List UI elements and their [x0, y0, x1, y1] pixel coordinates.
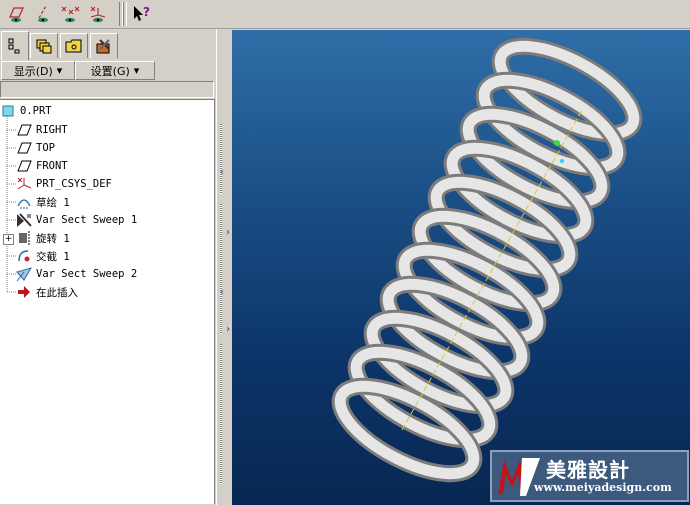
graphics-viewport[interactable]	[232, 30, 690, 505]
toolbar-separator	[123, 2, 127, 26]
tree-item-intersect[interactable]: 交截 1	[16, 247, 70, 265]
collapse-left-icon[interactable]: ‹	[219, 167, 225, 178]
layers-icon	[36, 39, 52, 54]
model-tree: 0.PRT RIGHT TOP FRONT PRT_CSYS_DEF 草绘 1 …	[0, 99, 215, 504]
splitter-grip	[220, 204, 222, 334]
watermark-logo: 美雅設計 www.meiyadesign.com	[490, 450, 689, 502]
show-menu-button[interactable]: 显示(D) ▾	[1, 61, 75, 80]
splitter-grip	[220, 124, 222, 194]
csys-display-icon[interactable]	[86, 2, 110, 26]
part-icon	[0, 103, 16, 119]
expand-right-icon[interactable]: ›	[225, 227, 231, 238]
datum-plane-icon	[16, 140, 32, 156]
navigator-tabs	[0, 31, 216, 60]
tree-item-var-sect-sweep-2[interactable]: Var Sect Sweep 2	[16, 265, 137, 283]
tree-item-label: 在此插入	[36, 286, 78, 299]
tree-item-revolve[interactable]: 旋转 1	[16, 229, 70, 247]
chevron-down-icon: ▾	[133, 64, 140, 77]
datum-plane-icon	[16, 122, 32, 138]
splitter-grip	[220, 344, 222, 484]
model-tree-icon	[8, 38, 20, 54]
tree-item-label: 0.PRT	[20, 105, 52, 117]
model-navigator: 显示(D) ▾ 设置(G) ▾ 0.PRT RIGHT TOP FRONT PR…	[0, 29, 216, 505]
favorites-tab[interactable]	[90, 33, 118, 58]
tree-item-label: TOP	[36, 142, 55, 154]
spring-model	[331, 37, 643, 483]
insert-here-arrow-icon	[16, 284, 32, 300]
tree-item-part[interactable]: 0.PRT	[0, 102, 52, 120]
panel-splitter[interactable]: ‹ › ‹ ›	[216, 29, 233, 505]
var-sect-sweep-icon	[16, 266, 32, 282]
tree-filter-field[interactable]	[0, 81, 214, 98]
tree-item-right[interactable]: RIGHT	[16, 121, 68, 139]
revolve-icon	[16, 230, 32, 246]
tree-item-csys[interactable]: PRT_CSYS_DEF	[16, 175, 112, 193]
tree-item-label: 草绘 1	[36, 196, 70, 209]
main-toolbar: ?	[0, 0, 690, 29]
watermark-url: www.meiyadesign.com	[534, 481, 672, 494]
show-menu-label: 显示(D)	[13, 64, 53, 78]
tree-item-sketch[interactable]: 草绘 1	[16, 193, 70, 211]
tools-icon	[96, 39, 110, 54]
svg-text:?: ?	[143, 5, 150, 19]
expand-toggle[interactable]: +	[3, 234, 14, 245]
settings-menu-label: 设置(G)	[90, 64, 130, 78]
chevron-down-icon: ▾	[56, 64, 63, 77]
folder-icon	[65, 39, 82, 53]
csys-icon	[16, 176, 32, 192]
tree-item-label: FRONT	[36, 160, 68, 172]
tree-item-front[interactable]: FRONT	[16, 157, 68, 175]
tree-item-label: Var Sect Sweep 2	[36, 268, 138, 280]
collapse-left-icon[interactable]: ‹	[219, 287, 225, 298]
var-sect-sweep-icon	[16, 212, 32, 228]
datum-plane-icon	[16, 158, 32, 174]
csys-marker	[560, 159, 564, 163]
tree-item-top[interactable]: TOP	[16, 139, 55, 157]
datum-point-display-icon[interactable]	[58, 2, 82, 26]
expand-right-icon[interactable]: ›	[225, 324, 231, 335]
spring-coils	[331, 37, 643, 483]
settings-menu-button[interactable]: 设置(G) ▾	[75, 61, 155, 80]
model-tree-tab[interactable]	[1, 31, 29, 60]
datum-plane-display-icon[interactable]	[4, 2, 28, 26]
datum-axis-display-icon[interactable]	[31, 2, 55, 26]
csys-origin-marker	[554, 140, 560, 146]
tree-item-label: PRT_CSYS_DEF	[36, 178, 112, 190]
tree-item-var-sect-sweep-1[interactable]: Var Sect Sweep 1	[16, 211, 137, 229]
whats-this-help-icon[interactable]: ?	[130, 2, 154, 26]
tree-item-insert-here[interactable]: 在此插入	[16, 283, 78, 301]
tree-item-label: 旋转 1	[36, 232, 70, 245]
layers-tab[interactable]	[30, 33, 58, 58]
watermark-name: 美雅設計	[546, 458, 630, 482]
tree-item-label: Var Sect Sweep 1	[36, 214, 138, 226]
navigator-menubar: 显示(D) ▾ 设置(G) ▾	[0, 61, 214, 80]
tree-item-label: RIGHT	[36, 124, 68, 136]
tree-item-label: 交截 1	[36, 250, 70, 263]
intersect-icon	[16, 248, 32, 264]
sketch-icon	[16, 194, 32, 210]
folder-browser-tab[interactable]	[60, 33, 88, 58]
